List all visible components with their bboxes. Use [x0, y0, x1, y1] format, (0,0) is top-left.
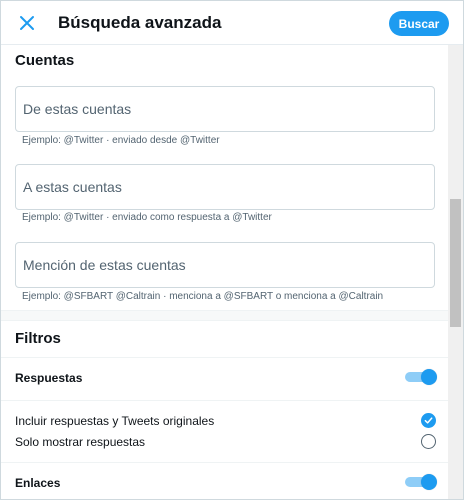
search-button[interactable]: Buscar	[389, 11, 449, 36]
links-toggle[interactable]	[405, 474, 437, 490]
from-accounts-field[interactable]	[15, 86, 435, 132]
mentioning-accounts-hint: Ejemplo: @SFBART @Caltrain · menciona a …	[22, 291, 384, 302]
dialog-header: Búsqueda avanzada Buscar	[1, 1, 463, 45]
advanced-search-dialog: Búsqueda avanzada Buscar Cuentas Ejemplo…	[0, 0, 464, 500]
dialog-content: Cuentas Ejemplo: @Twitter · enviado desd…	[1, 45, 448, 499]
toggle-knob	[421, 474, 437, 490]
mentioning-accounts-field[interactable]	[15, 242, 435, 288]
dialog-title: Búsqueda avanzada	[58, 13, 222, 32]
from-accounts-hint: Ejemplo: @Twitter · enviado desde @Twitt…	[22, 135, 220, 146]
divider	[1, 357, 448, 358]
close-button[interactable]	[13, 9, 41, 37]
divider	[1, 462, 448, 463]
mentioning-accounts-input[interactable]	[16, 243, 434, 287]
only-replies-radio[interactable]	[421, 434, 436, 449]
include-replies-radio[interactable]	[421, 413, 436, 428]
only-replies-option-label: Solo mostrar respuestas	[15, 435, 146, 449]
close-icon	[20, 16, 34, 30]
from-accounts-input[interactable]	[16, 87, 434, 131]
include-replies-option-label: Incluir respuestas y Tweets originales	[15, 414, 215, 428]
section-divider	[1, 310, 448, 321]
divider	[1, 400, 448, 401]
checkmark-icon	[424, 417, 433, 424]
filters-section-title: Filtros	[15, 330, 61, 347]
accounts-section-title: Cuentas	[15, 52, 75, 69]
to-accounts-field[interactable]	[15, 164, 435, 210]
to-accounts-hint: Ejemplo: @Twitter · enviado como respues…	[22, 212, 272, 223]
replies-toggle[interactable]	[405, 369, 437, 385]
toggle-knob	[421, 369, 437, 385]
replies-label: Respuestas	[15, 371, 83, 385]
scrollbar-thumb[interactable]	[450, 199, 461, 327]
to-accounts-input[interactable]	[16, 165, 434, 209]
links-label: Enlaces	[15, 476, 61, 490]
